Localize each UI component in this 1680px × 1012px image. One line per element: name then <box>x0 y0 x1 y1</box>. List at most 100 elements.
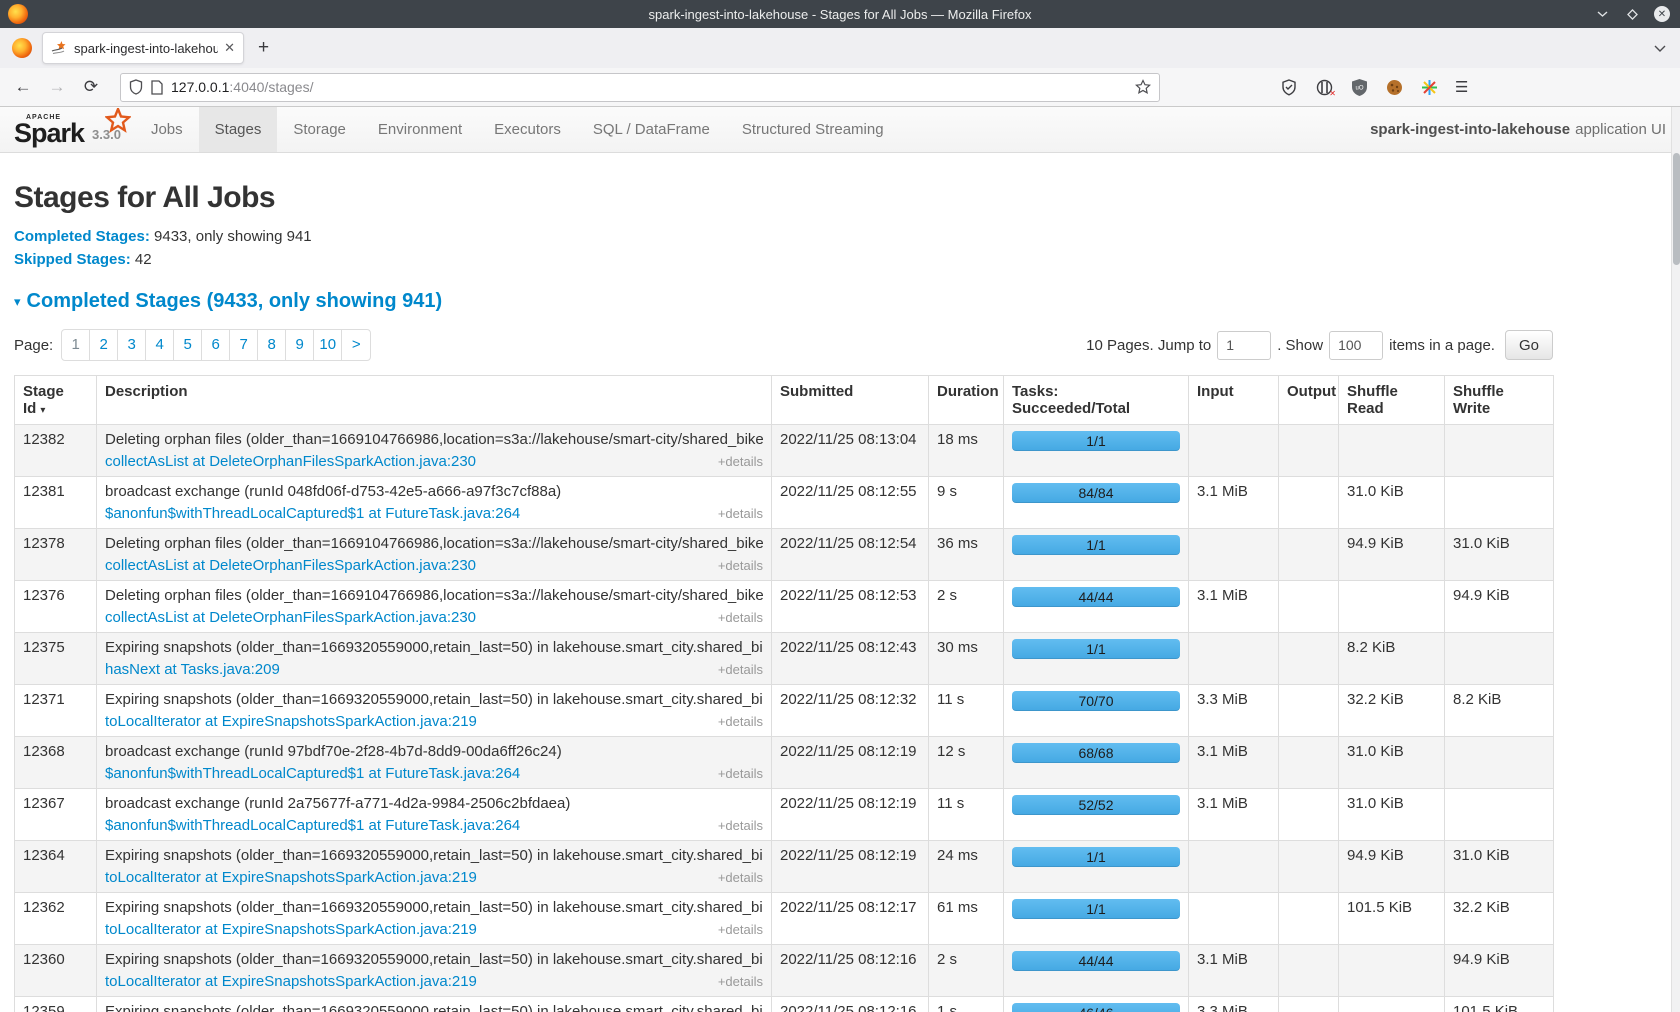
asterisk-extension-icon[interactable] <box>1420 78 1438 96</box>
stage-callsite-link[interactable]: toLocalIterator at ExpireSnapshotsSparkA… <box>105 973 477 990</box>
proxy-extension-icon[interactable]: ✕ <box>1315 78 1333 96</box>
tab-close-icon[interactable]: ✕ <box>224 40 235 56</box>
stage-callsite-link[interactable]: toLocalIterator at ExpireSnapshotsSparkA… <box>105 921 477 938</box>
submitted-cell: 2022/11/25 08:12:16 <box>772 945 929 997</box>
back-button[interactable]: ← <box>6 77 40 97</box>
details-toggle[interactable]: +details <box>718 506 763 521</box>
page-button-1[interactable]: 1 <box>62 330 90 360</box>
stage-callsite-link[interactable]: $anonfun$withThreadLocalCaptured$1 at Fu… <box>105 765 520 782</box>
header-input[interactable]: Input <box>1189 376 1279 425</box>
forward-button[interactable]: → <box>40 77 74 97</box>
reload-button[interactable]: ⟳ <box>74 77 108 97</box>
nav-item-stages[interactable]: Stages <box>199 107 278 152</box>
details-toggle[interactable]: +details <box>718 766 763 781</box>
header-output[interactable]: Output <box>1279 376 1339 425</box>
url-host: 127.0.0.1 <box>171 79 229 95</box>
header-stage-id[interactable]: Stage Id▾ <box>15 376 97 425</box>
url-text[interactable]: 127.0.0.1:4040/stages/ <box>171 79 1135 95</box>
page-button-9[interactable]: 9 <box>286 330 314 360</box>
close-icon[interactable]: ✕ <box>1654 6 1670 22</box>
stage-description: Expiring snapshots (older_than=166932055… <box>105 691 763 708</box>
list-tabs-chevron-icon[interactable] <box>1654 41 1666 56</box>
shield-check-extension-icon[interactable] <box>1280 78 1298 96</box>
stage-id-cell: 12364 <box>15 841 97 893</box>
page-info-icon[interactable] <box>151 80 163 95</box>
tasks-progress-bar: 1/1 <box>1012 639 1180 659</box>
page-button-8[interactable]: 8 <box>258 330 286 360</box>
stage-callsite-link[interactable]: collectAsList at DeleteOrphanFilesSparkA… <box>105 609 476 626</box>
stage-id-cell: 12359 <box>15 997 97 1012</box>
page-button-10[interactable]: 10 <box>314 330 342 360</box>
maximize-icon[interactable] <box>1624 6 1640 22</box>
stage-callsite-link[interactable]: $anonfun$withThreadLocalCaptured$1 at Fu… <box>105 505 520 522</box>
details-toggle[interactable]: +details <box>718 870 763 885</box>
details-toggle[interactable]: +details <box>718 974 763 989</box>
nav-item-jobs[interactable]: Jobs <box>135 107 199 152</box>
details-toggle[interactable]: +details <box>718 662 763 677</box>
header-shuffle-write[interactable]: Shuffle Write <box>1445 376 1554 425</box>
stage-callsite-link[interactable]: collectAsList at DeleteOrphanFilesSparkA… <box>105 453 476 470</box>
nav-item-executors[interactable]: Executors <box>478 107 577 152</box>
ublock-extension-icon[interactable]: uO <box>1350 78 1368 96</box>
stage-callsite-link[interactable]: collectAsList at DeleteOrphanFilesSparkA… <box>105 557 476 574</box>
stage-callsite-link[interactable]: hasNext at Tasks.java:209 <box>105 661 280 678</box>
jump-to-page-input[interactable] <box>1217 331 1271 360</box>
page-button-3[interactable]: 3 <box>118 330 146 360</box>
stage-callsite-link[interactable]: toLocalIterator at ExpireSnapshotsSparkA… <box>105 713 477 730</box>
stage-description: Deleting orphan files (older_than=166910… <box>105 535 763 552</box>
page-button-7[interactable]: 7 <box>230 330 258 360</box>
nav-item-structured-streaming[interactable]: Structured Streaming <box>726 107 900 152</box>
completed-stages-section-toggle[interactable]: ▾ Completed Stages (9433, only showing 9… <box>14 290 1553 313</box>
header-description[interactable]: Description <box>97 376 772 425</box>
header-tasks[interactable]: Tasks: Succeeded/Total <box>1004 376 1189 425</box>
tab-bar: spark-ingest-into-lakehous ✕ + <box>0 28 1680 68</box>
nav-item-environment[interactable]: Environment <box>362 107 478 152</box>
page-scrollbar[interactable] <box>1671 107 1680 1012</box>
go-button[interactable]: Go <box>1505 330 1553 360</box>
scrollbar-thumb[interactable] <box>1673 153 1680 265</box>
details-toggle[interactable]: +details <box>718 610 763 625</box>
description-cell: broadcast exchange (runId 048fd06f-d753-… <box>97 477 772 529</box>
details-toggle[interactable]: +details <box>718 714 763 729</box>
next-page-button[interactable]: > <box>342 330 370 360</box>
tasks-progress-bar: 1/1 <box>1012 535 1180 555</box>
shuffle-write-cell: 8.2 KiB <box>1445 685 1554 737</box>
tracking-protection-shield-icon[interactable] <box>129 79 143 95</box>
page-button-4[interactable]: 4 <box>146 330 174 360</box>
stage-id-cell: 12360 <box>15 945 97 997</box>
header-duration[interactable]: Duration <box>929 376 1004 425</box>
pagination-controls: 10 Pages. Jump to . Show items in a page… <box>1086 330 1553 360</box>
minimize-icon[interactable] <box>1594 6 1610 22</box>
new-tab-button[interactable]: + <box>258 37 269 59</box>
tasks-progress-label: 68/68 <box>1012 743 1180 763</box>
pages-jump-text: 10 Pages. Jump to <box>1086 337 1211 354</box>
page-button-5[interactable]: 5 <box>174 330 202 360</box>
stage-callsite-link[interactable]: $anonfun$withThreadLocalCaptured$1 at Fu… <box>105 817 520 834</box>
table-row: 12378Deleting orphan files (older_than=1… <box>15 529 1554 581</box>
menu-icon[interactable]: ☰ <box>1455 78 1468 96</box>
browser-tab[interactable]: spark-ingest-into-lakehous ✕ <box>42 32 244 64</box>
input-cell <box>1189 425 1279 477</box>
page-button-2[interactable]: 2 <box>90 330 118 360</box>
tasks-progress-label: 1/1 <box>1012 535 1180 555</box>
nav-item-sql-dataframe[interactable]: SQL / DataFrame <box>577 107 726 152</box>
spark-logo[interactable]: Spark APACHE 3.3.0 <box>0 107 135 152</box>
stage-callsite-link[interactable]: toLocalIterator at ExpireSnapshotsSparkA… <box>105 869 477 886</box>
cookie-extension-icon[interactable] <box>1385 78 1403 96</box>
tasks-progress-cell: 52/52 <box>1004 789 1189 841</box>
header-submitted[interactable]: Submitted <box>772 376 929 425</box>
firefox-app-icon[interactable] <box>12 38 32 58</box>
skipped-stages-value: 42 <box>135 251 152 268</box>
items-per-page-input[interactable] <box>1329 331 1383 360</box>
details-toggle[interactable]: +details <box>718 558 763 573</box>
bookmark-star-icon[interactable] <box>1135 79 1151 95</box>
nav-item-storage[interactable]: Storage <box>277 107 362 152</box>
page-button-6[interactable]: 6 <box>202 330 230 360</box>
details-toggle[interactable]: +details <box>718 818 763 833</box>
table-row: 12364Expiring snapshots (older_than=1669… <box>15 841 1554 893</box>
duration-cell: 2 s <box>929 945 1004 997</box>
details-toggle[interactable]: +details <box>718 922 763 937</box>
header-shuffle-read[interactable]: Shuffle Read <box>1339 376 1445 425</box>
url-bar[interactable]: 127.0.0.1:4040/stages/ <box>120 73 1160 102</box>
details-toggle[interactable]: +details <box>718 454 763 469</box>
